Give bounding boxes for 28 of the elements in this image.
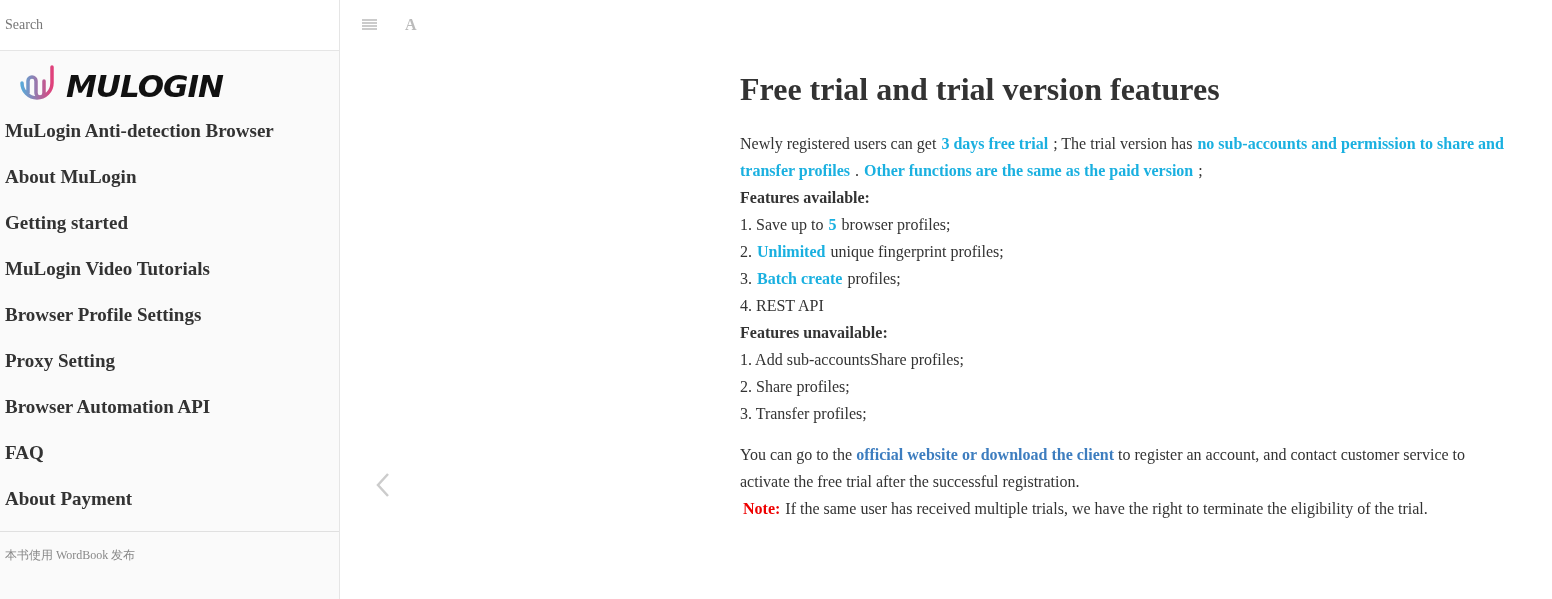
nav-link[interactable]: MuLogin Anti-detection Browser bbox=[0, 111, 339, 157]
paragraph: 2. Unlimited unique fingerprint profiles; bbox=[740, 242, 1005, 263]
paragraph: 1. Add sub-accountsShare profiles; bbox=[740, 350, 965, 371]
nav-link[interactable]: Browser Profile Settings bbox=[0, 295, 339, 341]
text-link[interactable]: official website or download the client bbox=[856, 446, 1115, 464]
nav-link[interactable]: FAQ bbox=[0, 433, 339, 479]
nav-link[interactable]: Getting started bbox=[0, 203, 339, 249]
paragraph: 4. REST API bbox=[740, 296, 825, 317]
menu-icon[interactable] bbox=[362, 19, 377, 31]
search-field[interactable]: Search bbox=[0, 0, 339, 51]
nav-link[interactable]: Browser Automation API bbox=[0, 387, 339, 433]
article-title: Free trial and trial version features bbox=[740, 70, 1221, 109]
paragraph: 3. Transfer profiles; bbox=[740, 404, 868, 425]
nav-link[interactable]: About MuLogin bbox=[0, 157, 339, 203]
nav-link[interactable]: Proxy Setting bbox=[0, 341, 339, 387]
footer-text: 本书使用 WordBook 发布 bbox=[0, 531, 339, 578]
previous-page-button[interactable] bbox=[376, 472, 390, 499]
paragraph: 1. Save up to 5 browser profiles; bbox=[740, 215, 952, 236]
section-heading: Features available: bbox=[740, 188, 871, 209]
paragraph: 2. Share profiles; bbox=[740, 377, 851, 398]
paragraph: You can go to the official website or download the client to register an account, and contact customer service to activate the free trial after the successful registration. bbox=[740, 445, 1467, 493]
logo-text: MULOGIN bbox=[66, 66, 223, 106]
nav-link[interactable]: About Payment bbox=[0, 479, 339, 525]
nav-link[interactable]: MuLogin Video Tutorials bbox=[0, 249, 339, 295]
paragraph: Newly registered users can get 3 days free trial ; The trial version has no sub-accounts and permission to share and transfer profiles . Other functions are the same as the paid version ; bbox=[740, 134, 1505, 182]
paragraph: Note: If the same user has received multiple trials, we have the right to terminate the eligibility of the trial. bbox=[742, 499, 1429, 520]
paragraph: 3. Batch create profiles; bbox=[740, 269, 902, 290]
section-heading: Features unavailable: bbox=[740, 323, 889, 344]
